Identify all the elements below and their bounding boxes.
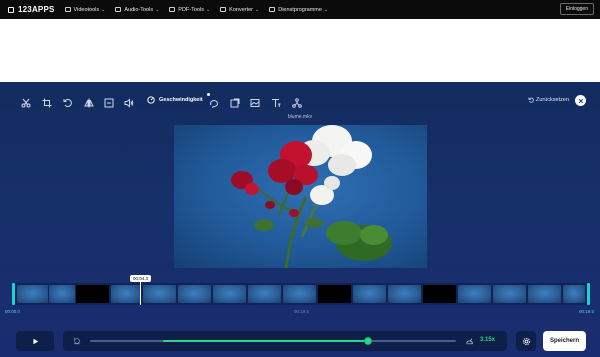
rotate-icon[interactable] [63, 95, 73, 107]
resize-icon[interactable] [104, 95, 114, 108]
stabilize-icon[interactable] [230, 95, 240, 108]
time-end: 00:19.5 [579, 309, 595, 314]
timeline-frame [458, 285, 491, 303]
timeline-start-handle[interactable] [12, 283, 15, 305]
speed-icon [147, 96, 155, 104]
undo-icon [528, 97, 534, 103]
chevron-down-icon: ⌄ [323, 6, 329, 13]
video-editor: Geschwindigkeit Zurücksetzen blume.mkv 0… [0, 82, 600, 357]
timeline-frame [353, 285, 386, 303]
close-button[interactable] [575, 95, 586, 106]
nav-item-label: Audio-Tools [124, 6, 154, 13]
play-button[interactable] [16, 331, 54, 351]
timeline-frame [76, 285, 109, 303]
speed-tool-label: Geschwindigkeit [159, 97, 203, 103]
utilities-icon [269, 7, 276, 12]
chevron-down-icon: ⌄ [101, 6, 106, 13]
speed-slider-thumb[interactable] [364, 337, 373, 345]
brand-logo[interactable]: 123APPS [8, 5, 55, 14]
nav-item-label: PDF-Tools [178, 6, 204, 13]
timeline-end-handle[interactable] [587, 283, 590, 305]
flower-preview-image [231, 125, 392, 268]
audio-icon [115, 7, 122, 12]
chevron-down-icon: ⌄ [255, 6, 260, 13]
login-button[interactable]: Einloggen [559, 3, 594, 15]
reset-label: Zurücksetzen [536, 97, 570, 103]
speed-control: 3.15x [63, 331, 507, 351]
nav-item-label: Dienstprogramme [278, 6, 322, 13]
chevron-down-icon: ⌄ [205, 6, 211, 13]
text-icon[interactable] [271, 95, 281, 107]
timeline-frame [49, 285, 75, 303]
nav-item-konverter[interactable]: Konverter ⌄ [220, 7, 259, 13]
timeline-strip[interactable] [12, 283, 590, 305]
time-start: 00:00.0 [5, 309, 21, 314]
time-duration: 00:19.5 [294, 309, 310, 314]
nav-item-label: Konverter [229, 6, 254, 13]
image-icon[interactable] [250, 95, 260, 107]
editor-toolbar: Geschwindigkeit Zurücksetzen [0, 92, 600, 108]
video-icon [64, 7, 71, 12]
speed-value: 3.15x [480, 337, 496, 343]
play-icon [32, 338, 38, 344]
settings-button[interactable] [516, 331, 536, 351]
video-filename: blume.mkv [287, 114, 313, 120]
brand-name: 123APPS [18, 5, 55, 14]
timeline-frame [213, 285, 246, 303]
volume-icon[interactable] [124, 95, 134, 108]
timeline-frame [111, 285, 141, 303]
timeline-frame [17, 285, 48, 303]
playhead[interactable] [140, 280, 141, 305]
nav-item-videotools[interactable]: Videotools ⌄ [64, 6, 106, 13]
timeline-frame [283, 285, 316, 303]
timeline-frame [563, 285, 585, 303]
loop-icon[interactable] [209, 95, 219, 108]
video-preview[interactable] [174, 125, 427, 268]
reset-button[interactable]: Zurücksetzen [528, 97, 569, 103]
pdf-icon [169, 7, 176, 12]
nav-item-dienstprogramme[interactable]: Dienstprogramme ⌄ [269, 7, 328, 13]
flip-icon[interactable] [84, 95, 94, 108]
top-navigation: 123APPS Videotools ⌄ Audio-Tools ⌄ PDF-T… [0, 0, 600, 19]
logo-mark-icon [8, 6, 14, 13]
timeline-frame [318, 285, 351, 303]
speed-slider-fill [163, 340, 369, 342]
nav-item-audio-tools[interactable]: Audio-Tools ⌄ [115, 7, 159, 13]
timeline-frame [248, 285, 281, 303]
save-button[interactable]: Speichern [543, 331, 586, 351]
timeline-frame [143, 285, 176, 303]
extract-icon[interactable] [292, 95, 302, 108]
snail-icon [73, 337, 81, 345]
crop-icon[interactable] [42, 95, 52, 108]
converter-icon [220, 7, 227, 12]
nav-item-pdf-tools[interactable]: PDF-Tools ⌄ [169, 7, 210, 13]
chevron-down-icon: ⌄ [155, 6, 160, 13]
rabbit-icon [465, 338, 473, 345]
timeline-frame [388, 285, 421, 303]
timeline-frame [493, 285, 526, 303]
speed-tool-button[interactable]: Geschwindigkeit [143, 93, 210, 106]
cut-icon[interactable] [21, 95, 31, 108]
timeline-frame [178, 285, 211, 303]
playhead-time: 00:04.3 [130, 275, 152, 282]
timeline-frame [528, 285, 561, 303]
timeline-frame [423, 285, 456, 303]
close-icon [578, 98, 583, 103]
nav-item-label: Videotools [73, 6, 100, 13]
gear-icon [522, 337, 530, 345]
